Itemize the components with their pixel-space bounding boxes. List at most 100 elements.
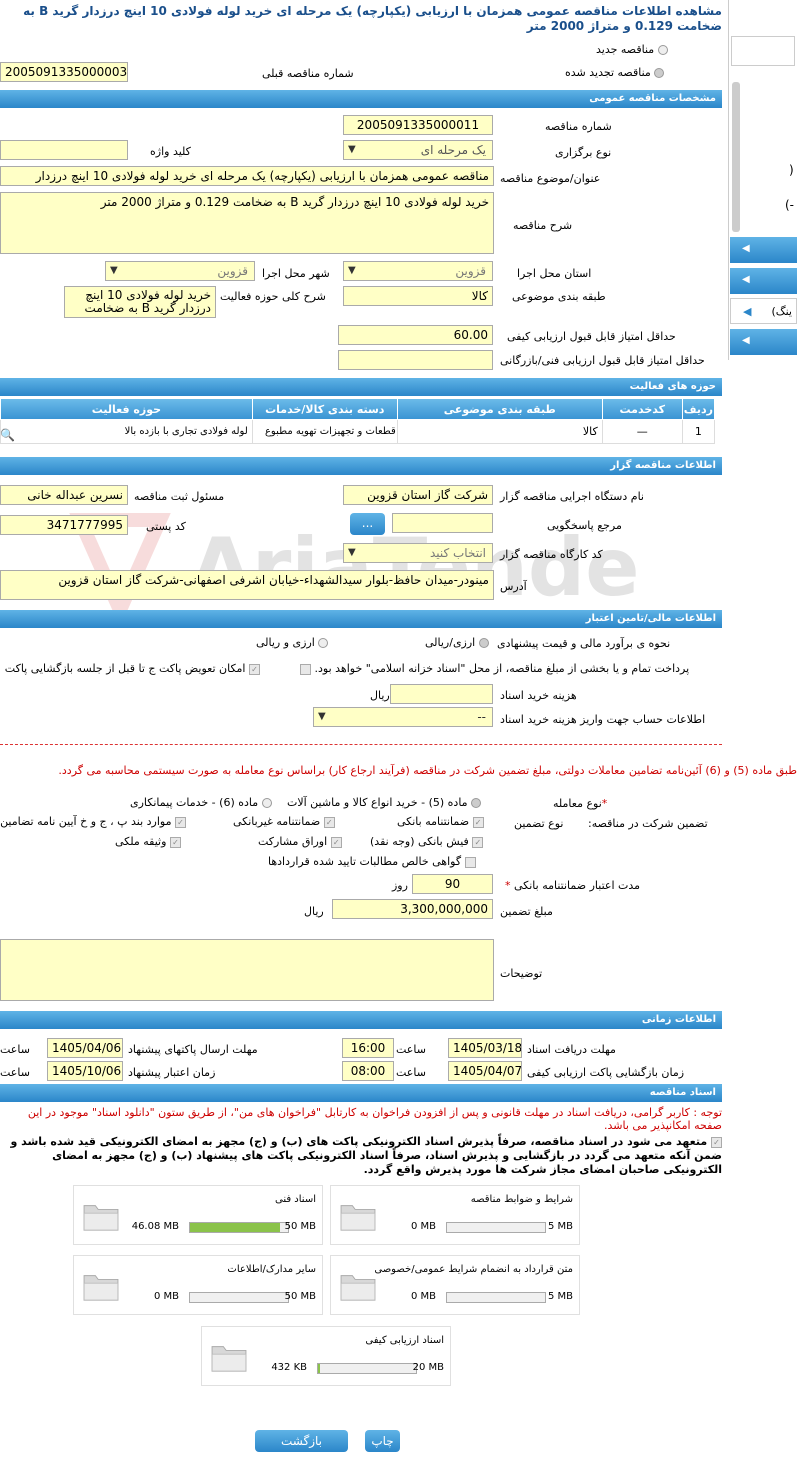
number-label: شماره مناقصه xyxy=(545,120,612,133)
validity-unit: روز xyxy=(392,879,408,892)
col-code: کدخدمت xyxy=(601,398,683,420)
prev-number-field[interactable]: 2005091335000003 xyxy=(0,62,128,82)
g-clauses[interactable]: ✓ موارد بند پ ، ج و خ آیین نامه تضامین xyxy=(0,815,186,828)
doc-card-max: 20 MB xyxy=(412,1362,444,1373)
org-name-field[interactable]: شرکت گاز استان قزوین xyxy=(343,485,493,505)
doc-card[interactable]: متن قرارداد به انضمام شرایط عمومی/خصوصی 0… xyxy=(330,1255,580,1315)
timing-header: اطلاعات زمانی xyxy=(0,1011,722,1029)
g-property[interactable]: ✓ وثیقه ملکی xyxy=(115,835,181,848)
scrollbar[interactable] xyxy=(732,82,740,232)
subject-field[interactable]: مناقصه عمومی همزمان با ارزیابی (یکپارچه)… xyxy=(0,166,494,186)
side-item-4[interactable]: ◀ xyxy=(730,329,797,355)
doc-card-max: 50 MB xyxy=(284,1221,316,1232)
send-label: مهلت ارسال پاکتهای پیشنهاد xyxy=(128,1043,258,1056)
mint-label: حداقل امتیاز قابل قبول ارزیابی فنی/بازرگ… xyxy=(500,354,705,367)
amount-label: مبلغ تضمین xyxy=(500,905,553,918)
cell: لوله فولادی تجاری با بازده بالا xyxy=(0,419,253,444)
type-select[interactable]: یک مرحله ای ▼ xyxy=(343,140,493,160)
deal-option-5[interactable]: ماده (5) - خرید انواع کالا و ماشین آلات xyxy=(287,796,482,809)
g-claims[interactable]: گواهی خالص مطالبات تایید شده قراردادها xyxy=(268,855,476,868)
g-cash[interactable]: ✓ فیش بانکی (وجه نقد) xyxy=(370,835,484,848)
province-select[interactable]: قزوین ▼ xyxy=(343,261,493,281)
tender-number-field[interactable]: 2005091335000011 xyxy=(343,115,493,135)
deal-option-6[interactable]: ماده (6) - خدمات پیمانکاری xyxy=(130,796,272,809)
doc-card-progress xyxy=(189,1222,289,1233)
doc-card[interactable]: اسناد فنی 46.08 MB 50 MB xyxy=(73,1185,323,1245)
doc-card-progress xyxy=(317,1363,417,1374)
minq-field[interactable]: 60.00 xyxy=(338,325,493,345)
guarantee-notice: طبق ماده (5) و (6) آئین‌نامه تضامین معام… xyxy=(58,764,797,777)
doc-card-used: 432 KB xyxy=(271,1362,307,1373)
treasury-option[interactable]: پرداخت تمام و یا بخشی از مبلغ مناقصه، از… xyxy=(300,662,689,675)
open-date[interactable]: 1405/04/07 xyxy=(448,1061,522,1081)
city-select[interactable]: قزوین ▼ xyxy=(105,261,255,281)
print-button[interactable]: چاپ xyxy=(365,1430,400,1452)
doc-card-name: اسناد ارزیابی کیفی xyxy=(365,1335,444,1346)
renewed-tender-option[interactable]: مناقصه تجدید شده xyxy=(565,66,665,79)
g-desc-label: توضیحات xyxy=(500,967,543,980)
org-header: اطلاعات مناقصه گزار xyxy=(0,457,722,475)
doc-card-used: 0 MB xyxy=(410,1221,436,1232)
g-bonds[interactable]: ✓ اوراق مشارکت xyxy=(258,835,342,848)
org-name-label: نام دستگاه اجرایی مناقصه گزار xyxy=(500,490,644,503)
valid-date[interactable]: 1405/10/06 xyxy=(47,1061,123,1081)
type-label: نوع برگزاری xyxy=(555,146,612,159)
divider xyxy=(0,744,722,745)
category-field[interactable]: کالا xyxy=(343,286,493,306)
doc-card[interactable]: اسناد ارزیابی کیفی 432 KB 20 MB xyxy=(201,1326,451,1386)
workshop-select[interactable]: انتخاب کنید ▼ xyxy=(343,543,493,563)
side-item-3[interactable]: ◀ ینگ) xyxy=(730,298,797,324)
doc-card-name: شرایط و ضوابط مناقصه xyxy=(470,1194,573,1205)
doc-cost-field[interactable] xyxy=(390,684,493,704)
ref-field[interactable] xyxy=(392,513,493,533)
opt-currency-and-rial[interactable]: ارزی و ریالی xyxy=(256,636,329,649)
keyword-field[interactable] xyxy=(0,140,128,160)
cell: 1 xyxy=(681,419,716,444)
doc-card-progress xyxy=(189,1292,289,1303)
receive-time[interactable]: 16:00 xyxy=(342,1038,394,1058)
g-nonbank[interactable]: ✓ ضمانتنامه غیربانکی xyxy=(233,815,335,828)
search-icon[interactable]: 🔍 xyxy=(0,428,15,442)
doc-card[interactable]: سایر مدارک/اطلاعات 0 MB 50 MB xyxy=(73,1255,323,1315)
validity-field[interactable]: 90 xyxy=(412,874,493,894)
resp-field[interactable]: نسرین عبداله خانی xyxy=(0,485,128,505)
new-tender-option[interactable]: مناقصه جدید xyxy=(596,43,668,56)
guarantee-type-label: نوع تضمین xyxy=(514,817,564,830)
amount-field[interactable]: 3,300,000,000 xyxy=(332,899,493,919)
address-field[interactable]: مینودر-میدان حافظ-بلوار سیدالشهداء-خیابا… xyxy=(0,570,494,600)
side-item-1[interactable]: ◀ xyxy=(730,237,797,263)
send-date[interactable]: 1405/04/06 xyxy=(47,1038,123,1058)
desc-field[interactable]: خرید لوله فولادی 10 اینچ درزدار گرید B ب… xyxy=(0,192,494,254)
postal-field[interactable]: 3471777995 xyxy=(0,515,128,535)
doc-card-max: 50 MB xyxy=(284,1291,316,1302)
receive-date[interactable]: 1405/03/18 xyxy=(448,1038,522,1058)
back-button[interactable]: بازگشت xyxy=(255,1430,348,1452)
g-desc-field[interactable] xyxy=(0,939,494,1001)
account-select[interactable]: -- ▼ xyxy=(313,707,493,727)
send-hour-label: ساعت xyxy=(0,1043,30,1056)
docs-note: توجه : کاربر گرامی، دریافت اسناد در مهلت… xyxy=(27,1106,722,1132)
mint-field[interactable] xyxy=(338,350,493,370)
valid-hour-label: ساعت xyxy=(0,1066,30,1079)
side-text-1: ) xyxy=(789,163,794,177)
ref-browse-button[interactable]: ... xyxy=(350,513,385,535)
opt-currency-rial[interactable]: ارزی/ریالی xyxy=(425,636,489,649)
col-category: طبقه بندی موضوعی xyxy=(396,398,603,420)
finance-header: اطلاعات مالی/تامین اعتبار xyxy=(0,610,722,628)
prev-number-label: شماره مناقصه قبلی xyxy=(262,67,354,80)
side-item-2[interactable]: ◀ xyxy=(730,268,797,294)
address-label: آدرس xyxy=(500,580,527,593)
account-label: اطلاعات حساب جهت واریز هزینه خرید اسناد xyxy=(500,713,706,726)
g-bank[interactable]: ✓ ضمانتنامه بانکی xyxy=(397,815,484,828)
doc-card[interactable]: شرایط و ضوابط مناقصه 0 MB 5 MB xyxy=(330,1185,580,1245)
open-time[interactable]: 08:00 xyxy=(342,1061,394,1081)
cell: قطعات و تجهیزات تهویه مطبوع xyxy=(251,419,398,444)
folder-icon xyxy=(211,1346,247,1372)
open-label: زمان بازگشایی پاکت ارزیابی کیفی xyxy=(527,1066,685,1079)
swap-option[interactable]: ✓ امکان تعویض پاکت ج تا قبل از جلسه بازگ… xyxy=(0,662,260,675)
doc-card-max: 5 MB xyxy=(547,1221,573,1232)
scope-field[interactable]: خرید لوله فولادی 10 اینچ درزدار گرید B ب… xyxy=(64,286,216,318)
folder-icon xyxy=(340,1205,376,1231)
col-scope: حوزه فعالیت xyxy=(0,398,253,420)
deal-label: *نوع معامله xyxy=(553,797,608,810)
